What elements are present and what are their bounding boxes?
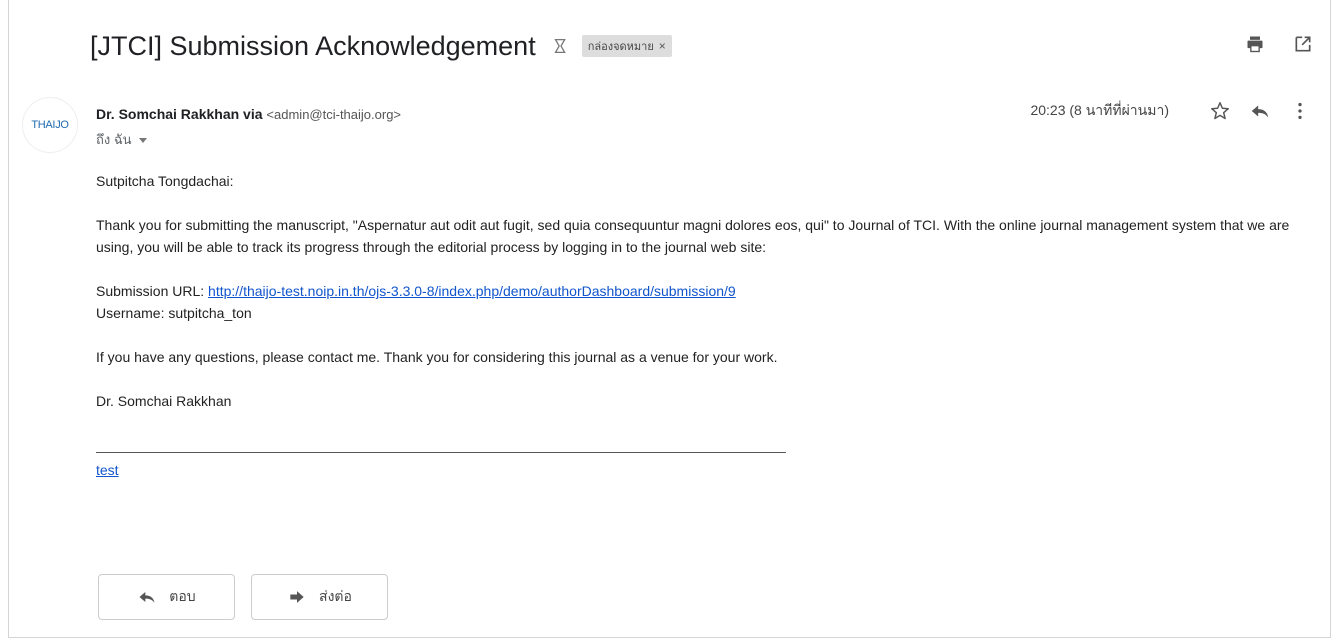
remove-label-button[interactable]: × (659, 39, 666, 53)
email-body: Sutpitcha Tongdachai: Thank you for subm… (96, 170, 1316, 481)
forward-label: ส่งต่อ (319, 588, 352, 604)
username-line: Username: sutpitcha_ton (96, 305, 252, 321)
top-toolbar (1245, 34, 1313, 54)
footer-link[interactable]: test (96, 462, 119, 478)
chevron-down-icon[interactable] (138, 138, 147, 143)
signature: Dr. Somchai Rakkhan (96, 393, 232, 409)
submission-url-link[interactable]: http://thaijo-test.noip.in.th/ojs-3.3.0-… (208, 283, 736, 299)
print-icon[interactable] (1245, 34, 1265, 54)
star-icon[interactable] (1209, 100, 1231, 122)
important-marker-icon[interactable] (550, 35, 572, 57)
sender-email: <admin@tci-thaijo.org> (266, 107, 402, 122)
email-subject: [JTCI] Submission Acknowledgement (90, 30, 536, 61)
sender-name[interactable]: Dr. Somchai Rakkhan via (96, 106, 263, 122)
action-row: ตอบ ส่งต่อ (98, 574, 388, 620)
inbox-label-text: กล่องจดหมาย (587, 41, 654, 53)
signature-divider (96, 452, 786, 453)
reply-button[interactable]: ตอบ (98, 574, 235, 620)
message-meta: 20:23 (8 นาทีที่ผ่านมา) (1030, 100, 1311, 122)
sender-avatar: THAI JO (22, 97, 78, 153)
inbox-label-chip[interactable]: กล่องจดหมาย × (581, 35, 672, 57)
timestamp: 20:23 (8 นาทีที่ผ่านมา) (1030, 102, 1169, 118)
submission-info: Submission URL: http://thaijo-test.noip.… (96, 280, 1316, 324)
more-vertical-icon[interactable] (1289, 100, 1311, 122)
submission-url-label: Submission URL: (96, 283, 209, 299)
paragraph-1: Thank you for submitting the manuscript,… (96, 217, 1290, 255)
reply-label: ตอบ (169, 588, 196, 604)
reply-icon[interactable] (1249, 100, 1271, 122)
subject-row: [JTCI] Submission Acknowledgement กล่องจ… (90, 26, 672, 66)
paragraph-3: If you have any questions, please contac… (96, 349, 778, 365)
recipient-row[interactable]: ถึง ฉัน (96, 129, 147, 150)
recipient-text: ถึง ฉัน (96, 132, 132, 147)
open-in-new-window-icon[interactable] (1293, 34, 1313, 54)
forward-button[interactable]: ส่งต่อ (251, 574, 388, 620)
sender-row: Dr. Somchai Rakkhan via <admin@tci-thaij… (96, 106, 401, 122)
reply-icon (139, 592, 155, 603)
greeting: Sutpitcha Tongdachai: (96, 173, 234, 189)
avatar-text-jo: JO (55, 119, 69, 131)
avatar-text-thai: THAI (31, 119, 56, 131)
forward-icon (290, 591, 304, 603)
